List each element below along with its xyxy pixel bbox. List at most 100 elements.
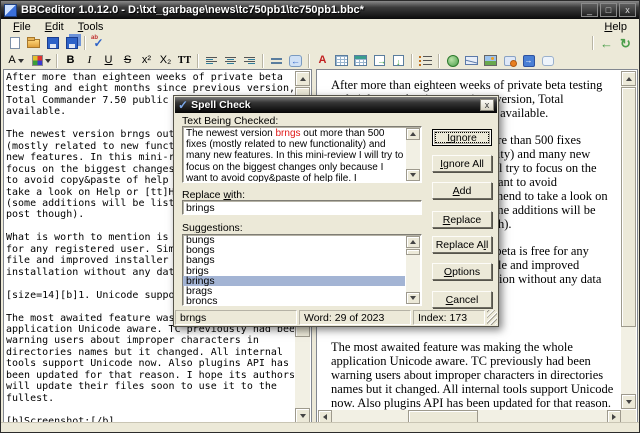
font-size-icon: A	[8, 54, 16, 66]
underline-button[interactable]: U	[99, 53, 118, 69]
scrollbar-thumb[interactable]	[406, 249, 420, 255]
refresh-icon: ↻	[620, 35, 631, 51]
suggestion-item[interactable]: bangs	[183, 255, 405, 266]
new-file-button[interactable]	[5, 35, 24, 51]
suggestion-item[interactable]: bongs	[183, 245, 405, 256]
save-icon	[46, 37, 59, 49]
scroll-down-button[interactable]	[406, 292, 420, 304]
scroll-up-button[interactable]	[621, 71, 636, 86]
teletype-button[interactable]: TT	[175, 53, 194, 69]
scroll-down-button[interactable]	[406, 169, 420, 181]
replace-with-input[interactable]	[182, 200, 422, 215]
suggestions-label: Suggestions:	[182, 222, 243, 234]
horizontal-rule-button[interactable]	[267, 53, 286, 69]
save-all-button[interactable]	[62, 35, 81, 51]
quote-button[interactable]: ←	[286, 53, 305, 69]
scroll-down-button[interactable]	[295, 408, 310, 423]
preview-paragraph: The most awaited feature was making the …	[331, 340, 614, 410]
app-icon	[4, 3, 17, 17]
suggestions-scrollbar[interactable]	[406, 236, 420, 304]
insert-email-button[interactable]	[462, 53, 481, 69]
minimize-button[interactable]: _	[581, 3, 598, 17]
insert-column-button[interactable]: →	[370, 53, 389, 69]
format-toolbar: A B I U S x² X₂ TT ← A → ↓ →	[1, 52, 639, 70]
scroll-down-button[interactable]	[621, 394, 636, 409]
italic-button[interactable]: I	[80, 53, 99, 69]
align-right-button[interactable]	[240, 53, 259, 69]
open-file-button[interactable]	[24, 35, 43, 51]
subscript-button[interactable]: X₂	[156, 53, 175, 69]
superscript-button[interactable]: x²	[137, 53, 156, 69]
font-color-icon: A	[318, 54, 327, 66]
horizontal-rule-icon	[271, 57, 282, 64]
status-index: Index: 173	[413, 310, 485, 325]
replace-button[interactable]: Replace	[432, 211, 492, 228]
menu-edit[interactable]: Edit	[38, 20, 71, 34]
status-current-word: brngs	[175, 310, 297, 325]
scrollbar-thumb[interactable]	[621, 87, 636, 327]
scroll-up-button[interactable]	[406, 236, 420, 248]
options-button[interactable]: Options	[432, 263, 492, 280]
align-left-button[interactable]	[202, 53, 221, 69]
undo-button[interactable]: ←	[597, 35, 616, 51]
insert-row-button[interactable]: ↓	[389, 53, 408, 69]
insert-image-button[interactable]	[481, 53, 500, 69]
menu-help[interactable]: Help	[597, 20, 634, 34]
comment-icon	[541, 55, 554, 66]
insert-column-icon: →	[374, 55, 386, 66]
chevron-down-icon	[17, 58, 24, 63]
ignore-button[interactable]: Ignore	[432, 129, 492, 146]
window-bottom-frame	[1, 422, 639, 432]
suggestion-item[interactable]: bungs	[183, 235, 405, 245]
align-right-icon	[244, 57, 255, 64]
add-button[interactable]: Add	[432, 182, 492, 199]
insert-table-button[interactable]	[332, 53, 351, 69]
callout-button[interactable]	[500, 53, 519, 69]
spell-check-button[interactable]: ab ✓	[89, 35, 108, 51]
menu-file[interactable]: File	[6, 20, 38, 34]
comment-button[interactable]	[538, 53, 557, 69]
suggestion-item-selected[interactable]: brings	[183, 275, 405, 286]
font-color-button[interactable]: A	[313, 53, 332, 69]
align-left-icon	[206, 57, 217, 64]
scroll-up-button[interactable]	[295, 71, 310, 86]
close-button[interactable]: x	[619, 3, 636, 17]
quote-icon: ←	[289, 54, 302, 67]
open-folder-icon	[27, 36, 40, 48]
undo-arrow-icon: ←	[600, 35, 613, 51]
globe-icon	[446, 54, 459, 67]
dialog-close-button[interactable]: x	[480, 99, 494, 111]
strikethrough-button[interactable]: S	[118, 53, 137, 69]
menu-tools[interactable]: Tools	[71, 20, 111, 34]
list-button[interactable]	[416, 53, 435, 69]
refresh-button[interactable]: ↻	[616, 35, 635, 51]
ignore-all-button[interactable]: Ignore All	[432, 155, 492, 172]
scroll-up-button[interactable]	[406, 128, 420, 140]
preview-vertical-scrollbar[interactable]	[621, 71, 636, 409]
suggestion-item[interactable]: broncs	[183, 296, 405, 305]
cancel-button[interactable]: Cancel	[432, 291, 492, 308]
checked-text-box[interactable]: The newest version brngs out more than 5…	[182, 126, 422, 183]
insert-link-button[interactable]	[443, 53, 462, 69]
callout-icon	[503, 55, 517, 67]
save-all-icon	[65, 37, 78, 49]
suggestion-item[interactable]: brigs	[183, 265, 405, 276]
suggestions-listbox[interactable]: bungs bongs bangs brigs brings brags bro…	[182, 234, 422, 306]
insert-code-button[interactable]: →	[519, 53, 538, 69]
checked-text-scrollbar[interactable]	[406, 128, 420, 181]
insert-table-header-button[interactable]	[351, 53, 370, 69]
file-toolbar: ab ✓ ← ↻	[1, 34, 639, 53]
maximize-button[interactable]: □	[600, 3, 617, 17]
resize-grip[interactable]	[487, 310, 497, 325]
bbceditor-window: BBCeditor 1.0.12.0 - D:\txt_garbage\news…	[0, 0, 640, 433]
font-size-dropdown[interactable]: A	[3, 53, 29, 69]
code-icon: →	[522, 54, 535, 67]
image-icon	[484, 55, 497, 66]
align-center-button[interactable]	[221, 53, 240, 69]
font-color-dropdown[interactable]	[29, 53, 53, 69]
dialog-titlebar[interactable]: ✓ Spell Check x	[175, 97, 497, 113]
bold-button[interactable]: B	[61, 53, 80, 69]
replace-all-button[interactable]: Replace All	[432, 236, 492, 253]
save-button[interactable]	[43, 35, 62, 51]
window-titlebar[interactable]: BBCeditor 1.0.12.0 - D:\txt_garbage\news…	[1, 1, 639, 19]
